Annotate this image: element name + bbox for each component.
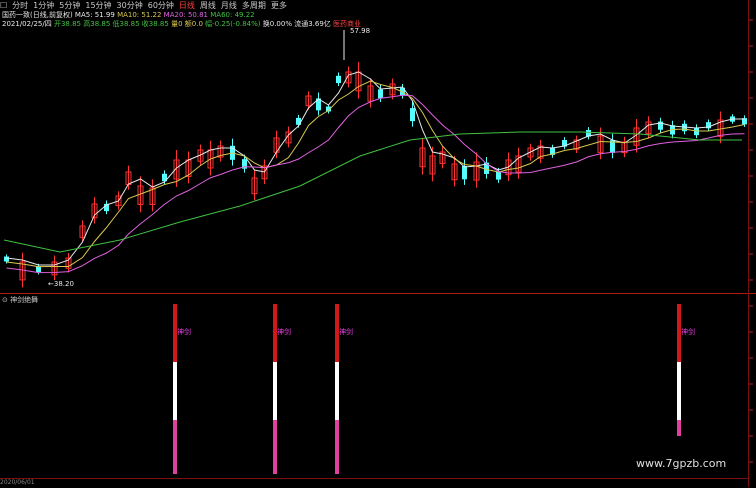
signal-bar-pink: [273, 420, 277, 474]
signal-bar-pink: [677, 420, 681, 436]
signal-bar-white: [173, 362, 177, 420]
candle-body-down: [496, 171, 501, 180]
signal-label: 神剑: [681, 327, 695, 336]
subchart-title: ⊙ 神剑绝舞: [2, 295, 38, 305]
signal-label: 神剑: [339, 327, 353, 336]
ma5-line: [6, 71, 745, 266]
kline-chart[interactable]: 57.98 ←38.20 神剑 神剑 神剑 神剑: [0, 0, 756, 487]
price-axis: [748, 0, 756, 487]
signal-bar-white: [677, 362, 681, 420]
subchart-title-text: 神剑绝舞: [10, 296, 39, 304]
signal-bar-pink: [335, 420, 339, 474]
high-price-label: 57.98: [350, 27, 370, 35]
candle-body-down: [462, 165, 467, 180]
candle-body-down: [410, 108, 415, 122]
signal-bar-white: [335, 362, 339, 420]
signal-bar-white: [273, 362, 277, 420]
low-price-label: ←38.20: [48, 280, 74, 288]
subchart-icon: ⊙: [2, 296, 8, 304]
signal-label: 神剑: [277, 327, 291, 336]
panel-divider: [0, 293, 756, 294]
ma20-line: [6, 94, 745, 274]
ma10-line: [6, 80, 745, 268]
signal-bar-pink: [173, 420, 177, 474]
signal-label: 神剑: [177, 327, 191, 336]
date-axis-label: 2020/06/01: [0, 479, 35, 486]
candle-body-down: [378, 89, 383, 99]
watermark: www.7gpzb.com: [636, 457, 727, 470]
candle-body-down: [336, 75, 341, 84]
candle-body-down: [4, 256, 9, 262]
